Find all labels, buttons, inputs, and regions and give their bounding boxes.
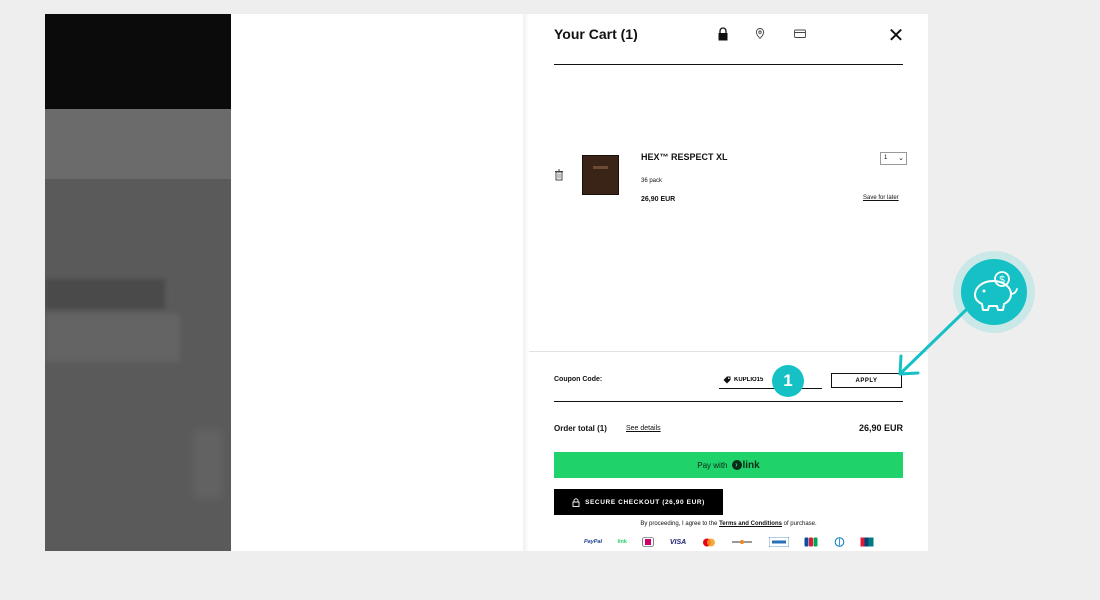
jcb-icon xyxy=(804,537,818,547)
pay-with-link-button[interactable]: Pay with › link xyxy=(554,452,903,478)
lock-icon xyxy=(572,497,580,507)
cart-drawer: Your Cart (1) ✕ HEX™ RESPECT XL 36 pack … xyxy=(529,14,928,551)
location-pin-icon[interactable] xyxy=(753,27,767,41)
link-arrow-icon: › xyxy=(731,460,742,470)
apply-button[interactable]: APPLY xyxy=(831,373,902,388)
save-for-later-link[interactable]: Save for later xyxy=(863,195,899,201)
credit-card-icon[interactable] xyxy=(793,27,807,41)
cart-title: Your Cart (1) xyxy=(554,26,638,42)
coupon-divider xyxy=(554,401,903,402)
product-variant: 36 pack xyxy=(641,178,663,184)
discover-icon xyxy=(731,539,754,545)
secure-checkout-button[interactable]: SECURE CHECKOUT (26,90 EUR) xyxy=(554,489,723,515)
amex-icon xyxy=(768,537,789,547)
pay-with-label: Pay with xyxy=(697,460,728,470)
product-name[interactable]: HEX™ RESPECT XL xyxy=(641,152,728,162)
tag-icon xyxy=(723,376,731,384)
chevron-down-icon: ⌄ xyxy=(898,155,904,162)
quantity-value: 1 xyxy=(884,155,888,161)
page-overlay-area xyxy=(231,14,526,551)
order-total-label: Order total (1) xyxy=(554,424,607,433)
section-divider xyxy=(529,351,928,352)
payment-methods: PayPal link VISA xyxy=(584,536,874,548)
browser-viewport: Your Cart (1) ✕ HEX™ RESPECT XL 36 pack … xyxy=(45,14,928,551)
link-icon: link xyxy=(617,539,627,545)
ideal-icon xyxy=(642,537,655,547)
link-logo: › link xyxy=(731,460,760,471)
coupon-label: Coupon Code: xyxy=(554,376,603,383)
close-icon[interactable]: ✕ xyxy=(886,26,906,46)
product-image[interactable] xyxy=(582,155,619,195)
diners-club-icon xyxy=(834,537,844,547)
piggy-bank-icon: $ xyxy=(961,259,1027,325)
terms-link[interactable]: Terms and Conditions xyxy=(719,521,782,527)
paypal-icon: PayPal xyxy=(584,539,603,545)
step-number-badge: 1 xyxy=(772,365,804,397)
unionpay-icon xyxy=(860,537,874,547)
legal-notice: By proceeding, I agree to the Terms and … xyxy=(640,521,817,527)
order-total-value: 26,90 EUR xyxy=(858,423,903,433)
bag-icon[interactable] xyxy=(716,27,730,41)
blurred-page-background xyxy=(45,14,231,551)
mastercard-icon xyxy=(702,538,715,546)
product-price: 26,90 EUR xyxy=(641,196,676,203)
header-divider xyxy=(554,64,903,65)
coupon-field[interactable] xyxy=(719,373,822,389)
quantity-select[interactable]: 1 ⌄ xyxy=(880,152,907,165)
trash-icon[interactable] xyxy=(554,169,564,181)
see-details-link[interactable]: See details xyxy=(626,425,661,432)
secure-checkout-label: SECURE CHECKOUT (26,90 EUR) xyxy=(585,498,705,506)
visa-icon: VISA xyxy=(669,538,687,546)
